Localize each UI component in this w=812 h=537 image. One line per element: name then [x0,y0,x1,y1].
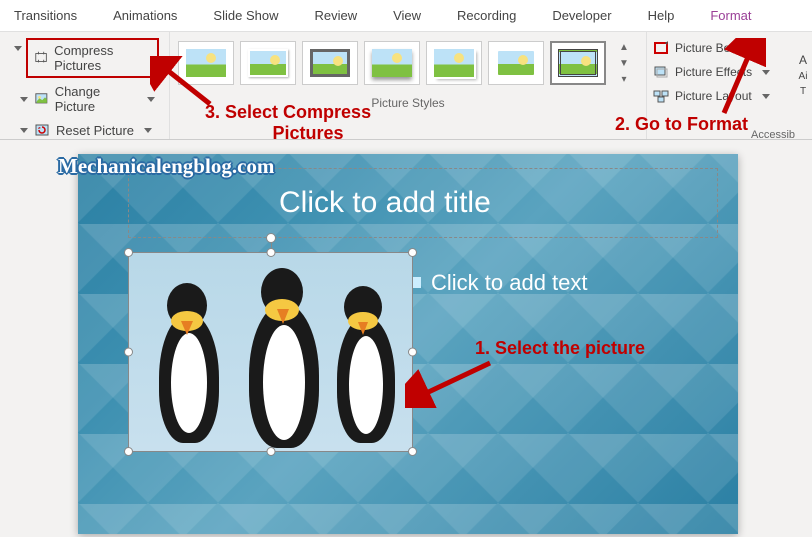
title-placeholder-text: Click to add title [279,186,491,220]
handle-mr[interactable] [408,348,417,357]
handle-tr[interactable] [408,248,417,257]
tab-developer[interactable]: Developer [548,2,615,31]
style-thumb-2[interactable] [240,41,296,85]
change-picture-icon [34,91,49,107]
slide-area: Click to add title Click to add text [0,140,812,534]
picture-styles-group: ▲ ▼ ▾ Picture Styles [170,32,647,139]
tab-review[interactable]: Review [310,2,361,31]
alt-text-partial2: Ai [799,71,808,82]
handle-br[interactable] [408,447,417,456]
picture-border-label: Picture Bord [675,41,741,55]
tab-help[interactable]: Help [644,2,679,31]
reset-picture-button[interactable]: Reset Picture [12,120,159,140]
change-picture-label: Change Picture [55,84,137,114]
gallery-scroll-down[interactable]: ▼ [616,56,632,70]
dropdown-indicator[interactable] [14,46,22,51]
handle-bl[interactable] [124,447,133,456]
compress-pictures-button[interactable]: Compress Pictures [26,38,159,78]
body-placeholder[interactable]: Click to add text [398,258,718,488]
handle-tl[interactable] [124,248,133,257]
tab-slide-show[interactable]: Slide Show [209,2,282,31]
picture-border-button[interactable]: Picture Bord [651,38,808,58]
picture-content [129,253,412,451]
change-picture-button[interactable]: Change Picture [12,82,159,116]
picture-layout-label: Picture Layout [675,89,752,103]
watermark: Mechanicalengblog.com [58,154,274,179]
tab-format[interactable]: Format [706,2,755,31]
ribbon-tabs: Transitions Animations Slide Show Review… [0,0,812,32]
picture-layout-button[interactable]: Picture Layout [651,86,808,106]
dropdown-indicator [20,128,28,133]
alt-text-partial3: T [800,86,806,97]
picture-styles-gallery: ▲ ▼ ▾ [178,36,638,86]
picture-layout-icon [653,88,669,104]
handle-bm[interactable] [266,447,275,456]
reset-picture-icon [34,122,50,138]
rotate-handle[interactable] [266,233,276,243]
reset-picture-label: Reset Picture [56,123,134,138]
style-thumb-5[interactable] [426,41,482,85]
chevron-down-icon [762,70,770,75]
tab-view[interactable]: View [389,2,425,31]
style-thumb-3[interactable] [302,41,358,85]
compress-icon [34,50,48,66]
right-edge-group: A Ai T Accessib [794,35,812,141]
body-placeholder-text: Click to add text [431,270,588,296]
gallery-scroll-up[interactable]: ▲ [616,40,632,54]
handle-tm[interactable] [266,248,275,257]
selected-picture[interactable] [128,252,413,452]
compress-pictures-label: Compress Pictures [54,43,151,73]
gallery-expand[interactable]: ▾ [616,72,632,86]
chevron-down-icon [144,128,152,133]
ribbon-content: Compress Pictures Change Picture Reset P… [0,32,812,140]
tab-transitions[interactable]: Transitions [10,2,81,31]
chevron-down-icon [147,97,155,102]
style-thumb-7[interactable] [550,41,606,85]
chevron-down-icon [762,94,770,99]
tab-animations[interactable]: Animations [109,2,181,31]
style-thumb-6[interactable] [488,41,544,85]
picture-styles-label: Picture Styles [178,86,638,114]
handle-ml[interactable] [124,348,133,357]
picture-effects-icon [653,64,669,80]
dropdown-indicator [20,97,28,102]
picture-effects-label: Picture Effects [675,65,752,79]
adjust-group: Compress Pictures Change Picture Reset P… [0,32,170,139]
accessibility-label-partial: Accessib [751,129,795,141]
picture-border-icon [653,40,669,56]
slide[interactable]: Click to add title Click to add text [78,154,738,534]
picture-effects-button[interactable]: Picture Effects [651,62,808,82]
picture-options-group: Picture Bord Picture Effects Picture Lay… [647,32,812,139]
style-thumb-4[interactable] [364,41,420,85]
alt-text-partial[interactable]: A [799,53,807,67]
style-thumb-1[interactable] [178,41,234,85]
tab-recording[interactable]: Recording [453,2,520,31]
gallery-more: ▲ ▼ ▾ [616,40,632,86]
chevron-down-icon [751,46,759,51]
